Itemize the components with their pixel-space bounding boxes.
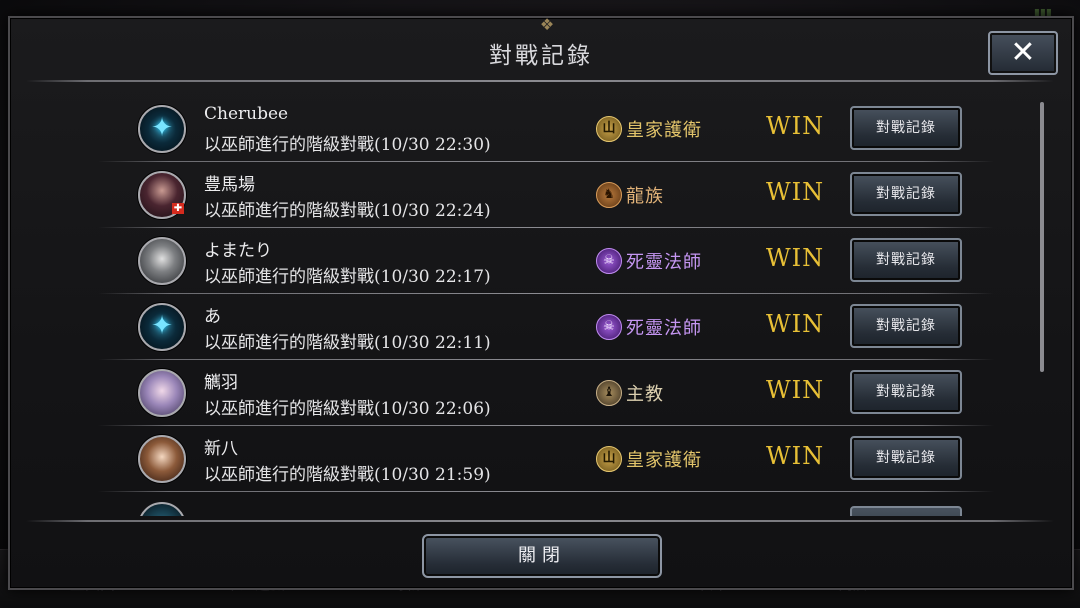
- class-label: 死靈法師: [626, 318, 702, 339]
- class-label: 主教: [626, 384, 664, 405]
- opponent-class: 山皇家護衛: [596, 446, 702, 472]
- opponent-class: 山皇家護衛: [596, 116, 702, 142]
- match-description: 以巫師進行的階級對戰(10/30 22:30): [204, 135, 491, 155]
- crown-icon: 山: [596, 116, 622, 142]
- opponent-class: ♝ 主教: [596, 380, 664, 406]
- opponent-name: 豊馬場: [204, 175, 255, 195]
- close-icon: ✕: [1010, 35, 1036, 70]
- view-record-button[interactable]: 對戰記錄: [850, 106, 962, 150]
- match-result: WIN: [766, 244, 825, 272]
- match-description: 以巫師進行的階級對戰(10/30 22:06): [204, 399, 491, 419]
- match-row: Cherubee 以巫師進行的階級對戰(10/30 22:30) 山皇家護衛 W…: [28, 96, 1034, 162]
- row-divider: [98, 491, 994, 492]
- opponent-name: 新八: [204, 439, 238, 459]
- view-record-button[interactable]: 對戰記錄: [850, 238, 962, 282]
- bishop-icon: ♝: [596, 380, 622, 406]
- match-description: 以巫師進行的階級對戰(10/30 22:24): [204, 201, 491, 221]
- skull-icon: ☠: [596, 314, 622, 340]
- match-description: 以巫師進行的階級對戰(10/30 21:59): [204, 465, 491, 485]
- opponent-class: ☠ 死靈法師: [596, 248, 702, 274]
- ornament-crest-icon: ❖: [539, 15, 555, 34]
- opponent-name: 觽羽: [204, 373, 238, 393]
- match-row: 新八 以巫師進行的階級對戰(10/30 21:59) 山皇家護衛 WIN 對戰記…: [28, 426, 1034, 492]
- opponent-name: あ: [204, 307, 221, 327]
- opponent-name: Cherubee: [204, 104, 289, 124]
- opponent-name: よまたり: [204, 241, 272, 261]
- country-flag-icon: ✚: [172, 203, 184, 214]
- dialog-title: 對戰記錄: [489, 43, 593, 69]
- player-avatar[interactable]: [138, 502, 186, 516]
- class-label: 皇家護衛: [626, 120, 702, 141]
- match-description: 以巫師進行的階級對戰(10/30 22:11): [204, 333, 491, 353]
- match-row: あ 以巫師進行的階級對戰(10/30 22:11) ☠死靈法師 WIN 對戰記錄: [28, 294, 1034, 360]
- close-button[interactable]: 關閉: [422, 534, 662, 578]
- player-avatar[interactable]: [138, 435, 186, 483]
- bottom-divider: [26, 520, 1054, 522]
- player-avatar[interactable]: [138, 237, 186, 285]
- player-avatar[interactable]: [138, 303, 186, 351]
- match-result: WIN: [766, 178, 825, 206]
- match-result: WIN: [766, 376, 825, 404]
- title-divider: [26, 80, 1054, 82]
- battle-record-dialog: ❖ 對戰記錄 ✕ Cherubee 以巫師進行的階級對戰(10/30 22:30…: [8, 16, 1074, 590]
- match-description: 以巫師進行的階級對戰(10/30 22:17): [204, 267, 491, 287]
- match-result: WIN: [766, 310, 825, 338]
- dragon-icon: ♞: [596, 182, 622, 208]
- match-row-partial: [28, 496, 1034, 516]
- class-label: 龍族: [626, 186, 664, 207]
- match-row: 觽羽 以巫師進行的階級對戰(10/30 22:06) ♝ 主教 WIN 對戰記錄: [28, 360, 1034, 426]
- crown-icon: 山: [596, 446, 622, 472]
- view-record-button[interactable]: 對戰記錄: [850, 304, 962, 348]
- match-row: ✚ 豊馬場 以巫師進行的階級對戰(10/30 22:24) ♞ 龍族 WIN 對戰…: [28, 162, 1034, 228]
- class-label: 皇家護衛: [626, 450, 702, 471]
- view-record-button[interactable]: [850, 506, 962, 516]
- match-result: WIN: [766, 112, 825, 140]
- close-x-button[interactable]: ✕: [988, 31, 1058, 75]
- opponent-class: ♞ 龍族: [596, 182, 664, 208]
- view-record-button[interactable]: 對戰記錄: [850, 370, 962, 414]
- class-label: 死靈法師: [626, 252, 702, 273]
- player-avatar[interactable]: [138, 105, 186, 153]
- match-result: WIN: [766, 442, 825, 470]
- opponent-class: ☠ 死靈法師: [596, 314, 702, 340]
- match-list[interactable]: Cherubee 以巫師進行的階級對戰(10/30 22:30) 山皇家護衛 W…: [28, 96, 1034, 516]
- match-row: よまたり 以巫師進行的階級對戰(10/30 22:17) ☠ 死靈法師 WIN 對…: [28, 228, 1034, 294]
- scrollbar[interactable]: [1040, 102, 1044, 372]
- skull-icon: ☠: [596, 248, 622, 274]
- player-avatar[interactable]: [138, 369, 186, 417]
- view-record-button[interactable]: 對戰記錄: [850, 436, 962, 480]
- view-record-button[interactable]: 對戰記錄: [850, 172, 962, 216]
